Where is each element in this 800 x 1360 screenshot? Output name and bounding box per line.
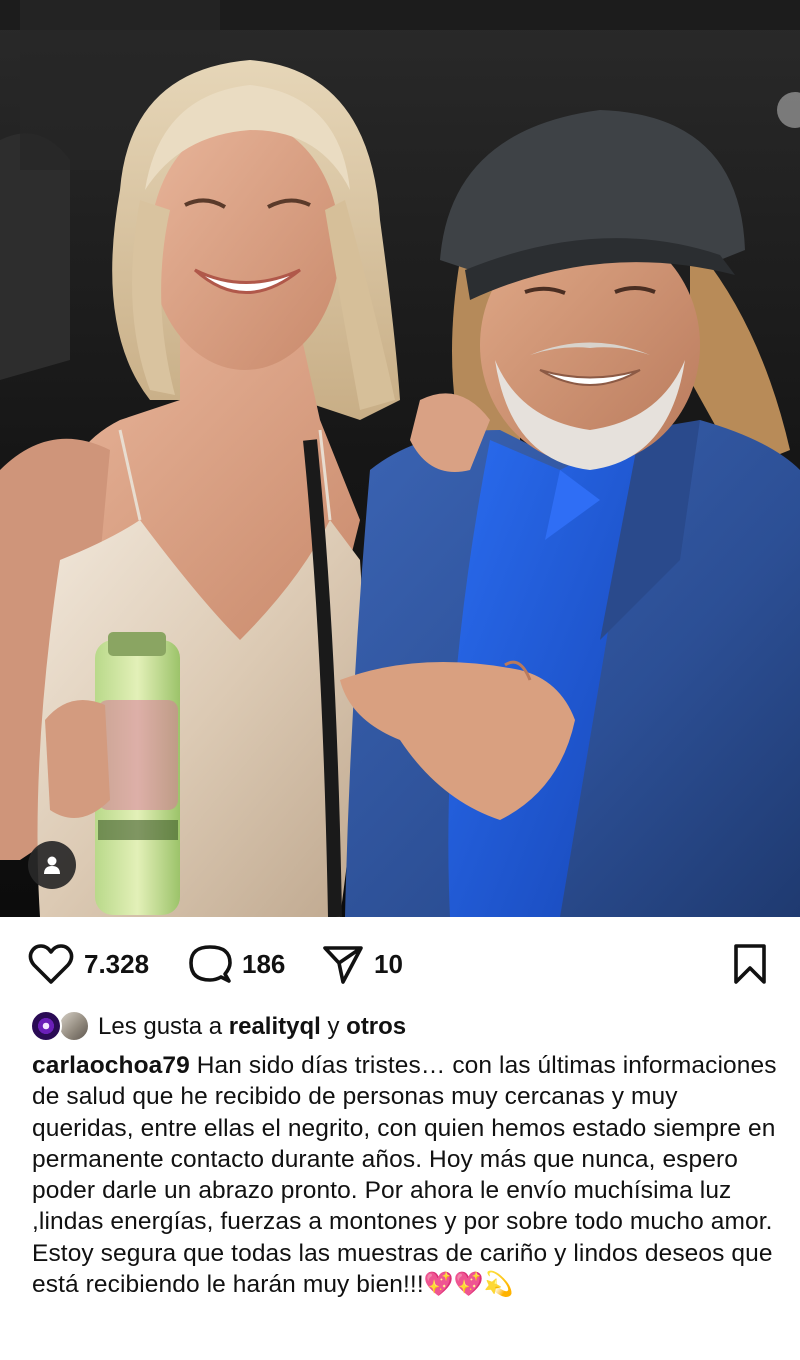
liked-by-avatars [30,1010,92,1044]
shares-count: 10 [374,948,403,979]
likes-count[interactable]: 7.328 [84,949,149,980]
speech-bubble-icon [189,945,232,983]
liked-by-connector: y [327,1013,340,1040]
post-caption: carlaochoa79 Han sido días tristes… con … [32,1050,777,1300]
save-button[interactable] [732,943,768,985]
caption-text: Han sido días tristes… con las últimas i… [32,1052,777,1299]
post-image [0,0,800,917]
share-button[interactable]: 10 [322,943,403,985]
liked-by-prefix: Les gusta a [98,1013,223,1040]
comments-count: 186 [242,948,286,979]
caption-emojis: 💖💖💫 [423,1271,514,1299]
liked-by-others-link[interactable]: otros [346,1013,406,1041]
person-icon [44,856,60,874]
like-button[interactable]: 7.328 [28,943,149,985]
post-photo[interactable] [0,0,800,917]
avatar [58,1010,90,1042]
tagged-people-button[interactable] [28,841,76,889]
comment-button[interactable]: 186 [188,943,285,985]
post-actions-bar: 7.328 186 10 [0,917,800,1009]
caption-username-link[interactable]: carlaochoa79 [32,1052,190,1079]
heart-outline-icon [28,944,74,984]
liked-by-line[interactable]: Les gusta a realityql y otros [30,1009,406,1045]
liked-by-user-link[interactable]: realityql [229,1013,321,1041]
bookmark-icon [734,944,766,984]
paper-plane-icon [323,946,363,984]
avatar [30,1010,62,1042]
